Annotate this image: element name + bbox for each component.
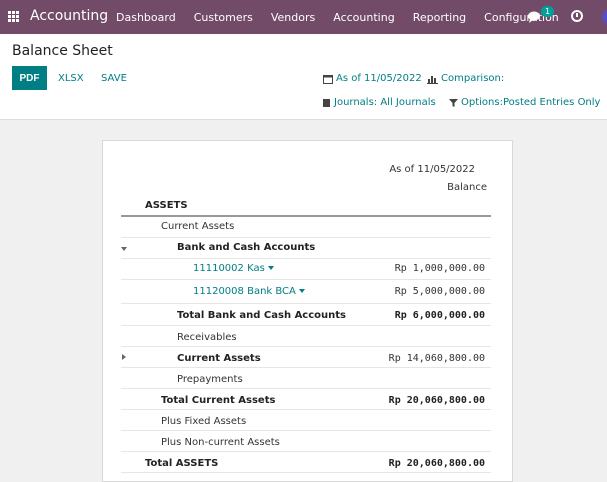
balance-column-header: Balance — [447, 182, 487, 193]
row-label: Total ASSETS — [145, 458, 219, 469]
menu-reporting[interactable]: Reporting — [413, 11, 466, 24]
book-icon — [323, 98, 330, 107]
dropdown-caret-icon — [267, 266, 274, 270]
collapse-caret-icon[interactable] — [121, 247, 127, 251]
report-date-header: As of 11/05/2022 — [389, 164, 475, 175]
save-button[interactable]: SAVE — [101, 73, 127, 84]
row-amount: Rp 5,000,000.00 — [394, 286, 485, 297]
chat-count-badge: 1 — [541, 6, 555, 17]
report-row-kas: 11110002 Kas Rp 1,000,000.00 — [121, 259, 491, 280]
apps-menu-icon[interactable] — [8, 11, 19, 22]
menu-dashboard[interactable]: Dashboard — [116, 11, 176, 24]
user-avatar[interactable] — [602, 10, 607, 24]
row-label: Current Assets — [177, 353, 261, 364]
app-brand[interactable]: Accounting — [30, 8, 108, 24]
report-row-current-assets: Current Assets — [121, 217, 491, 238]
row-amount: Rp 14,060,800.00 — [388, 353, 485, 364]
row-label: Prepayments — [177, 374, 243, 385]
bar-chart-icon — [427, 75, 438, 84]
chat-icon[interactable] — [528, 11, 542, 23]
report-row-receivables: Receivables — [121, 326, 491, 347]
report-row-noncurrent-assets: Plus Non-current Assets — [121, 431, 491, 452]
report-row-bank-bca: 11120008 Bank BCA Rp 5,000,000.00 — [121, 280, 491, 304]
expand-caret-icon[interactable] — [122, 354, 126, 360]
report-row-total-assets: Total ASSETS Rp 20,060,800.00 — [121, 452, 491, 473]
row-label: Current Assets — [161, 221, 235, 232]
report-row-total-current-assets: Total Current Assets Rp 20,060,800.00 — [121, 389, 491, 410]
pdf-button[interactable]: PDF — [12, 66, 47, 90]
options-filter[interactable]: Options:Posted Entries Only — [449, 97, 600, 108]
calendar-icon — [323, 74, 333, 84]
account-link[interactable]: 11110002 Kas — [193, 263, 274, 274]
top-navbar: Accounting Dashboard Customers Vendors A… — [0, 0, 607, 34]
account-link[interactable]: 11120008 Bank BCA — [193, 286, 305, 297]
account-name: 11120008 Bank BCA — [193, 286, 296, 297]
report-row-bank-cash[interactable]: Bank and Cash Accounts — [121, 238, 491, 259]
row-amount: Rp 1,000,000.00 — [394, 263, 485, 274]
page-title: Balance Sheet — [12, 43, 113, 59]
row-amount: Rp 20,060,800.00 — [388, 458, 485, 469]
row-amount: Rp 20,060,800.00 — [388, 395, 485, 406]
journals-filter-label: Journals: All Journals — [334, 97, 436, 108]
row-label: Receivables — [177, 332, 237, 343]
row-label: Plus Non-current Assets — [161, 437, 280, 448]
main-menu: Dashboard Customers Vendors Accounting R… — [116, 11, 577, 24]
report-row-fixed-assets: Plus Fixed Assets — [121, 410, 491, 431]
date-filter-label: As of 11/05/2022 — [336, 73, 422, 84]
comparison-filter-label: Comparison: — [441, 73, 505, 84]
row-amount: Rp 6,000,000.00 — [394, 310, 485, 321]
control-panel: Balance Sheet PDF XLSX SAVE As of 11/05/… — [0, 34, 607, 120]
row-label: Bank and Cash Accounts — [177, 242, 316, 253]
row-label: Plus Fixed Assets — [161, 416, 247, 427]
activity-clock-icon[interactable] — [571, 10, 583, 22]
report-row-total-bank-cash: Total Bank and Cash Accounts Rp 6,000,00… — [121, 304, 491, 326]
xlsx-button[interactable]: XLSX — [58, 73, 84, 84]
dropdown-caret-icon — [298, 289, 305, 293]
report-row-prepayments: Prepayments — [121, 368, 491, 389]
report-row-assets: ASSETS — [121, 196, 491, 217]
row-label: Total Current Assets — [161, 395, 276, 406]
balance-sheet-report: As of 11/05/2022 Balance ASSETS Current … — [102, 140, 513, 482]
menu-accounting[interactable]: Accounting — [333, 11, 394, 24]
menu-vendors[interactable]: Vendors — [271, 11, 315, 24]
funnel-icon — [449, 98, 458, 107]
row-label: ASSETS — [145, 200, 188, 211]
comparison-filter[interactable]: Comparison: — [427, 73, 504, 84]
journals-filter[interactable]: Journals: All Journals — [322, 97, 436, 108]
report-row-current-assets-sub[interactable]: Current Assets Rp 14,060,800.00 — [121, 347, 491, 368]
date-filter[interactable]: As of 11/05/2022 — [323, 73, 422, 84]
row-label: Total Bank and Cash Accounts — [177, 310, 347, 321]
menu-customers[interactable]: Customers — [194, 11, 253, 24]
options-filter-label: Options:Posted Entries Only — [461, 97, 601, 108]
account-name: 11110002 Kas — [193, 263, 265, 274]
